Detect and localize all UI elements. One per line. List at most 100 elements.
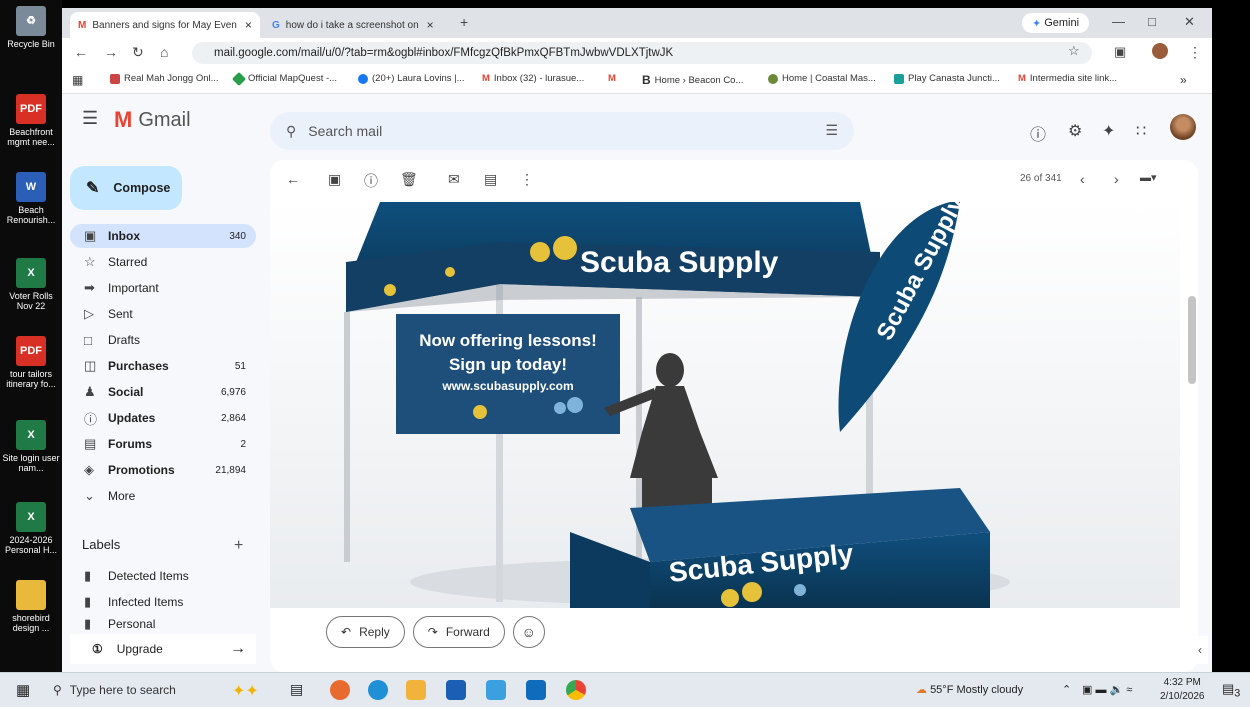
back-arrow-icon[interactable]: ← [74, 44, 88, 60]
bookmark-item[interactable]: Official MapQuest -... [231, 71, 337, 86]
profile-avatar-icon[interactable] [1152, 43, 1168, 59]
message-scrollbar-thumb[interactable] [1188, 296, 1196, 384]
settings-gear-icon[interactable]: ⚙ [1068, 121, 1082, 141]
report-spam-icon[interactable]: ⓘ [364, 171, 378, 191]
nav-item-purchases[interactable]: ◫ Purchases 51 [70, 354, 256, 378]
older-chevron-icon[interactable]: › [1114, 171, 1119, 187]
apps-grid-icon[interactable]: ▦ [72, 73, 83, 87]
nav-item-important[interactable]: ➡ Important [70, 276, 256, 300]
side-panel-toggle-icon[interactable]: ‹ [1192, 636, 1208, 664]
taskbar-search-input[interactable]: Type here to search [70, 683, 176, 697]
tab-gmail[interactable]: M Banners and signs for May Even × [70, 12, 260, 38]
forward-arrow-icon[interactable]: → [104, 44, 118, 60]
minimize-button[interactable]: — [1112, 14, 1125, 29]
nav-item-drafts[interactable]: □ Drafts [70, 328, 256, 352]
bookmark-item[interactable]: M Intermedia site link... [1018, 73, 1117, 84]
bookmark-star-icon[interactable]: ☆ [1068, 43, 1080, 59]
weather-widget[interactable]: ☁ 55°F Mostly cloudy [916, 683, 1023, 696]
notifications-icon[interactable]: ▤3 [1222, 681, 1240, 700]
edge-browser-icon[interactable] [368, 680, 388, 700]
bookmark-item[interactable]: M Inbox (32) - lurasue... [482, 73, 584, 84]
tab-label: how do i take a screenshot on [285, 19, 419, 31]
home-icon[interactable]: ⌂ [160, 44, 168, 60]
copilot-sparkle-icon[interactable]: ✦✦ [232, 681, 259, 701]
nav-item-inbox[interactable]: ▣ Inbox 340 [70, 224, 256, 248]
emoji-reaction-icon[interactable]: ☺ [512, 616, 545, 648]
nav-item-promotions[interactable]: ◈ Promotions 21,894 [70, 458, 256, 482]
folder-icon [16, 580, 46, 610]
windows-start-icon[interactable]: ▦ [16, 681, 30, 699]
nav-item-starred[interactable]: ☆ Starred [70, 250, 256, 274]
cast-icon[interactable]: ▣ [1114, 44, 1126, 60]
gemini-sparkle-icon[interactable]: ✦ [1102, 121, 1115, 141]
mark-unread-icon[interactable]: ✉ [448, 171, 460, 188]
bookmark-item[interactable]: Real Mah Jongg Onl... [110, 73, 219, 84]
account-avatar[interactable] [1170, 114, 1196, 140]
bookmark-item[interactable]: Home | Coastal Mas... [768, 73, 876, 84]
file-explorer-icon[interactable] [406, 680, 426, 700]
close-icon[interactable]: × [427, 18, 434, 32]
tray-chevron-up-icon[interactable]: ⌃ [1062, 683, 1071, 696]
label-item[interactable]: ▮ Infected Items [70, 590, 256, 614]
more-bookmarks-button[interactable]: » [1180, 73, 1187, 87]
label-item[interactable]: ▮ Detected Items [70, 564, 256, 588]
input-tools-icon[interactable]: ▬▾ [1140, 171, 1157, 184]
desktop-icon-site-login[interactable]: X Site login user nam... [0, 420, 62, 473]
outlook-icon[interactable] [526, 680, 546, 700]
nav-item-sent[interactable]: ▷ Sent [70, 302, 256, 326]
chrome-browser-icon[interactable] [566, 680, 586, 700]
move-to-folder-icon[interactable]: ▤ [484, 171, 497, 188]
store-icon[interactable] [446, 680, 466, 700]
reload-icon[interactable]: ↻ [132, 44, 144, 61]
bookmark-item[interactable]: M [608, 73, 616, 84]
apps-grid-icon[interactable]: ∷ [1136, 121, 1146, 141]
newer-chevron-icon[interactable]: ‹ [1080, 171, 1085, 187]
back-to-inbox-icon[interactable]: ← [286, 171, 300, 187]
pinned-app-icon[interactable] [330, 680, 350, 700]
url-field[interactable]: mail.google.com/mail/u/0/?tab=rm&ogbl#in… [192, 42, 1092, 64]
reply-button[interactable]: ↶ Reply [326, 616, 405, 648]
desktop-icon-shorebird[interactable]: shorebird design ... [0, 580, 62, 633]
tab-google-search[interactable]: G how do i take a screenshot on × [264, 12, 454, 38]
search-input[interactable]: Search mail [308, 123, 382, 139]
more-options-icon[interactable]: ⋮ [520, 171, 534, 188]
desktop-icon-beach-renourish[interactable]: W Beach Renourish... [0, 172, 62, 225]
bookmark-item[interactable]: (20+) Laura Lovins |... [358, 73, 465, 84]
tray-system-icons[interactable]: ▣ ▬ 🔉 ≈ [1082, 683, 1132, 696]
nav-item-updates[interactable]: ⓘ Updates 2,864 [70, 406, 256, 430]
archive-icon[interactable]: ▣ [328, 171, 341, 188]
help-icon[interactable]: ⓘ [1030, 121, 1046, 145]
close-icon[interactable]: × [245, 18, 252, 32]
photos-icon[interactable] [486, 680, 506, 700]
delete-trash-icon[interactable]: 🗑 [400, 171, 418, 188]
desktop-icon-tour-tailors[interactable]: PDF tour tailors itinerary fo... [0, 336, 62, 389]
bookmark-item[interactable]: B Home › Beacon Co... [642, 73, 743, 87]
taskbar-search[interactable]: ⚲ Type here to search [45, 675, 215, 705]
compose-button[interactable]: ✎ Compose [70, 166, 182, 210]
taskbar-clock[interactable]: 4:32 PM 2/10/2026 [1160, 676, 1205, 704]
desktop-icon-personal-h[interactable]: X 2024-2026 Personal H... [0, 502, 62, 555]
maximize-button[interactable]: □ [1148, 14, 1156, 29]
forward-button[interactable]: ↷ Forward [412, 616, 505, 648]
hamburger-menu-icon[interactable]: ☰ [82, 108, 98, 129]
address-bar-row: ← → ↻ ⌂ mail.google.com/mail/u/0/?tab=rm… [62, 38, 1212, 68]
bookmark-item[interactable]: Play Canasta Juncti... [894, 73, 1000, 84]
excel-file-icon: X [16, 502, 46, 532]
gemini-button[interactable]: ✦ Gemini [1022, 13, 1090, 33]
new-tab-button[interactable]: + [460, 14, 468, 30]
search-bar[interactable]: ⚲ Search mail ☰ [270, 112, 854, 150]
nav-item-more[interactable]: ⌄ More [70, 484, 256, 508]
nav-item-forums[interactable]: ▤ Forums 2 [70, 432, 256, 456]
close-window-button[interactable]: ✕ [1184, 14, 1195, 30]
task-view-icon[interactable]: ▤ [290, 681, 303, 698]
nav-item-social[interactable]: ♟ Social 6,976 [70, 380, 256, 404]
upgrade-button[interactable]: ① Upgrade → [70, 634, 256, 664]
desktop-icon-recycle-bin[interactable]: ♻ Recycle Bin [0, 6, 62, 49]
desktop-icon-beachfront[interactable]: PDF Beachfront mgmt nee... [0, 94, 62, 147]
gmail-logo[interactable]: M Gmail [114, 107, 191, 133]
add-label-icon[interactable]: + [234, 537, 243, 555]
search-options-icon[interactable]: ☰ [825, 122, 838, 139]
desktop-icon-voter-rolls[interactable]: X Voter Rolls Nov 22 [0, 258, 62, 311]
menu-kebab-icon[interactable]: ⋮ [1188, 44, 1202, 61]
label-item[interactable]: ▮ Personal [70, 616, 256, 632]
